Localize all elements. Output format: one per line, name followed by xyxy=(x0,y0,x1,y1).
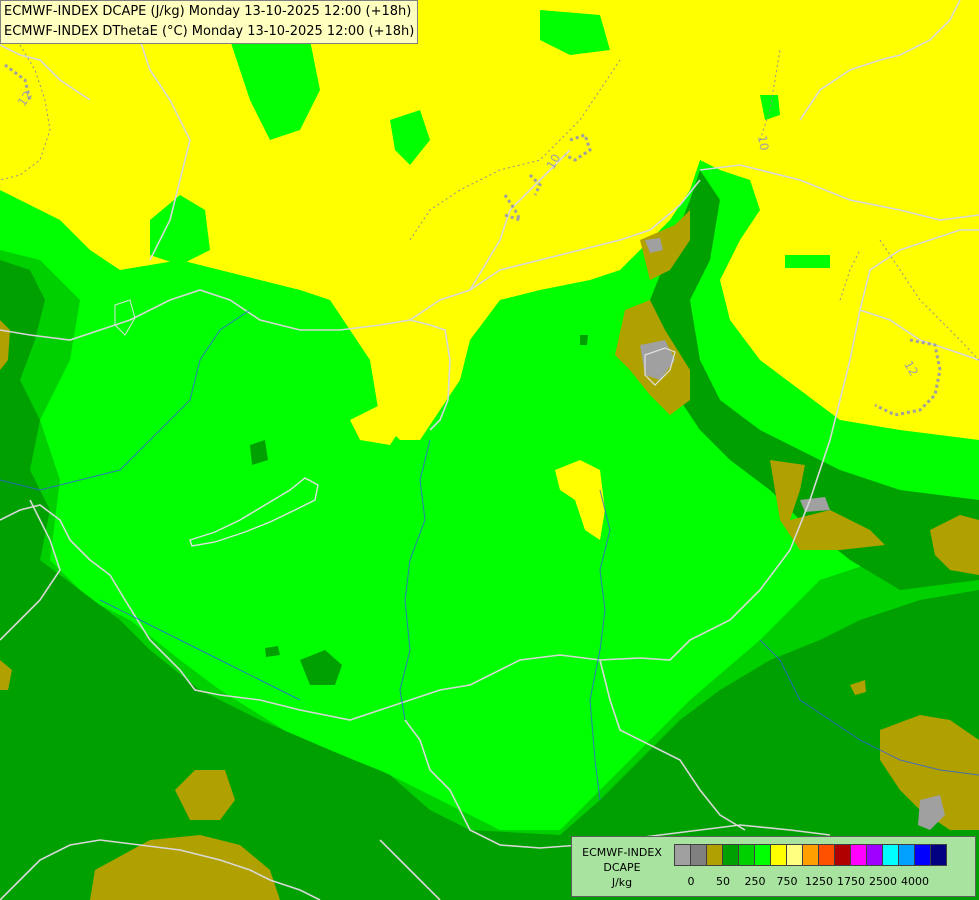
legend-swatch xyxy=(850,844,867,866)
legend-swatch xyxy=(898,844,915,866)
legend-tick: 1250 xyxy=(805,875,833,888)
legend-swatch xyxy=(914,844,931,866)
legend-swatch xyxy=(802,844,819,866)
legend-model: ECMWF-INDEX xyxy=(582,846,662,859)
dg-blotch-4 xyxy=(580,335,588,345)
legend-tick: 2500 xyxy=(869,875,897,888)
legend-tick: 750 xyxy=(776,875,798,888)
legend-swatch xyxy=(722,844,739,866)
legend-swatch xyxy=(754,844,771,866)
legend-tick: 0 xyxy=(687,875,695,888)
contour-label-10-ne: 10 xyxy=(755,134,771,151)
legend-swatch xyxy=(818,844,835,866)
legend-swatch xyxy=(930,844,947,866)
color-legend: ECMWF-INDEX DCAPE J/kg 0 50 250 750 1250 1750… xyxy=(571,836,976,897)
legend-title: ECMWF-INDEX DCAPE J/kg xyxy=(576,845,668,890)
legend-swatch xyxy=(834,844,851,866)
legend-tick: 50 xyxy=(716,875,730,888)
legend-ticks: 0 50 250 750 1250 1750 2500 4000 xyxy=(674,875,974,889)
weather-map: 12 10 10 12 xyxy=(0,0,979,900)
map-title-dcape: ECMWF-INDEX DCAPE (J/kg) Monday 13-10-20… xyxy=(4,4,412,19)
legend-swatch xyxy=(770,844,787,866)
legend-tick: 1750 xyxy=(837,875,865,888)
legend-swatch xyxy=(866,844,883,866)
legend-swatch xyxy=(738,844,755,866)
legend-tick: 4000 xyxy=(901,875,929,888)
map-title-dthetae: ECMWF-INDEX DThetaE (°C) Monday 13-10-20… xyxy=(4,24,415,39)
legend-swatch xyxy=(674,844,691,866)
legend-swatch xyxy=(882,844,899,866)
legend-swatch xyxy=(706,844,723,866)
legend-swatch xyxy=(690,844,707,866)
legend-unit: J/kg xyxy=(611,876,633,889)
legend-swatch xyxy=(786,844,803,866)
legend-parameter: DCAPE xyxy=(603,861,641,874)
legend-swatches xyxy=(674,844,947,866)
green-island-6 xyxy=(785,255,830,268)
legend-tick: 250 xyxy=(744,875,766,888)
map-title-box: ECMWF-INDEX DCAPE (J/kg) Monday 13-10-20… xyxy=(0,0,419,44)
